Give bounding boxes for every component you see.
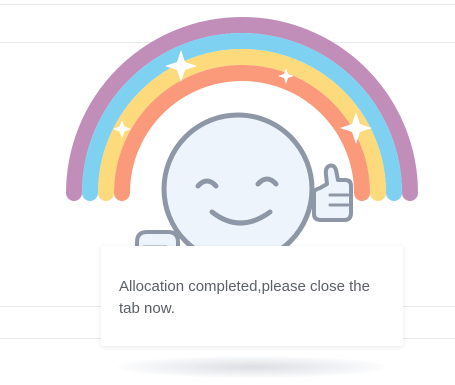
completion-message: Allocation completed,please close the ta… [119,278,370,317]
allocation-complete-page: Allocation completed,please close the ta… [0,0,455,385]
smiley-face-icon [161,112,315,266]
completion-message-card: Allocation completed,please close the ta… [101,246,403,346]
thumbs-up-icon [312,163,353,222]
